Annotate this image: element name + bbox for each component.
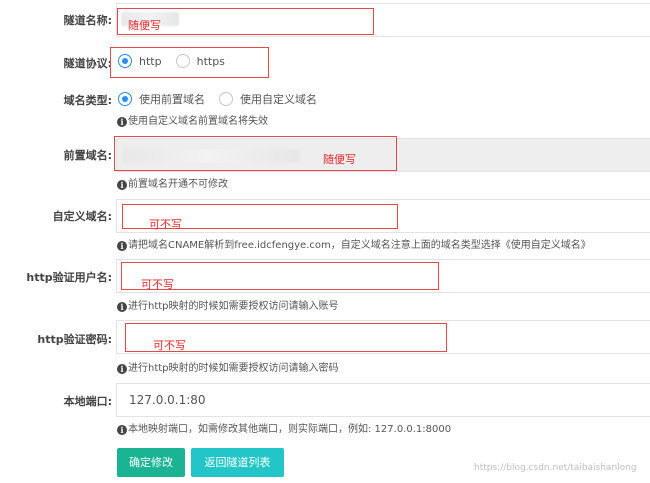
radio-custom-domain-label: 使用自定义域名 — [240, 93, 317, 106]
info-icon: i — [117, 241, 127, 251]
info-icon: i — [117, 302, 127, 312]
http-password-hint: i 进行http映射的时候如需要授权访问请输入密码 — [117, 359, 339, 374]
hint-text: 前置域名开通不可修改 — [128, 179, 228, 190]
domain-type-radio-group: 使用前置域名 使用自定义域名 — [118, 91, 331, 107]
hint-text: 请把域名CNAME解析到free.idcfengye.com，自定义域名注意上面… — [128, 240, 591, 251]
tunnel-protocol-label: 隧道协议: — [63, 57, 112, 70]
radio-front-domain[interactable]: 使用前置域名 — [118, 91, 205, 107]
front-domain-label: 前置域名: — [63, 149, 112, 162]
custom-domain-hint: i 请把域名CNAME解析到free.idcfengye.com，自定义域名注意上… — [117, 236, 591, 251]
info-icon: i — [117, 117, 127, 127]
local-port-hint: i 本地映射端口，如需修改其他端口，则实际端口，例如: 127.0.0.1:800… — [117, 420, 451, 435]
front-domain-hint: i 前置域名开通不可修改 — [117, 175, 228, 190]
domain-type-hint: i 使用自定义域名前置域名将失效 — [117, 112, 268, 127]
domain-type-label: 域名类型: — [63, 94, 112, 107]
annotation-text: 可不写 — [153, 339, 186, 352]
hint-text: 进行http映射的时候如需要授权访问请输入账号 — [128, 301, 339, 312]
annotation-text: 可不写 — [149, 218, 182, 231]
confirm-button[interactable]: 确定修改 — [117, 448, 185, 477]
http-password-label: http验证密码: — [37, 333, 112, 346]
info-icon: i — [117, 180, 127, 190]
watermark: https://blog.csdn.net/taibaishanlong — [474, 463, 637, 473]
tunnel-name-label: 隧道名称: — [63, 14, 112, 27]
radio-unchecked-icon — [219, 92, 233, 106]
annotation-text: 随便写 — [323, 153, 356, 166]
local-port-input[interactable]: 127.0.0.1:80 — [116, 383, 650, 417]
local-port-label: 本地端口: — [63, 395, 112, 408]
radio-custom-domain[interactable]: 使用自定义域名 — [219, 91, 317, 107]
info-icon: i — [117, 425, 127, 435]
annotation-text: 随便写 — [128, 19, 161, 32]
radio-checked-icon — [118, 92, 132, 106]
custom-domain-label: 自定义域名: — [52, 210, 112, 223]
annotation-text: 可不写 — [141, 278, 174, 291]
back-to-list-button[interactable]: 返回隧道列表 — [191, 448, 284, 477]
radio-front-domain-label: 使用前置域名 — [139, 93, 205, 106]
hint-text: 本地映射端口，如需修改其他端口，则实际端口，例如: 127.0.0.1:8000 — [128, 424, 452, 435]
http-username-label: http验证用户名: — [26, 271, 112, 284]
annotation-box — [110, 47, 269, 78]
http-username-hint: i 进行http映射的时候如需要授权访问请输入账号 — [117, 297, 339, 312]
info-icon: i — [117, 364, 127, 374]
hint-text: 进行http映射的时候如需要授权访问请输入密码 — [128, 363, 339, 374]
hint-text: 使用自定义域名前置域名将失效 — [128, 116, 268, 127]
